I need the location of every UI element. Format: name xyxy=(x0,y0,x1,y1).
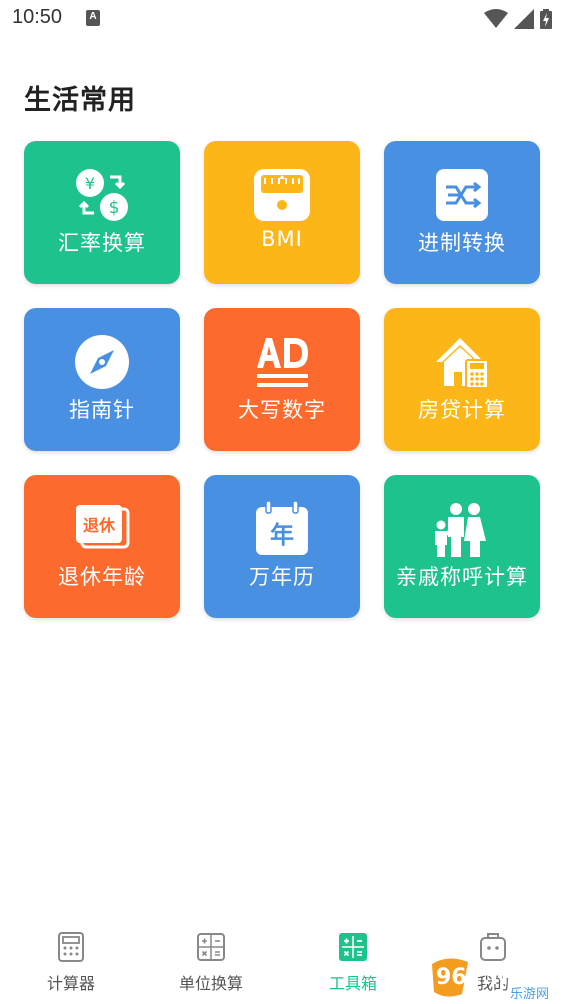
scale-icon xyxy=(254,169,310,221)
calendar-icon-text: 年 xyxy=(270,521,294,549)
svg-text:$: $ xyxy=(109,198,120,218)
tool-label: BMI xyxy=(261,227,303,251)
tool-label: 房贷计算 xyxy=(418,398,506,422)
section-title: 生活常用 xyxy=(24,85,136,116)
retire-icon: 退休 xyxy=(76,505,130,549)
notification-a-icon: A xyxy=(86,10,100,26)
nav-item-unit-convert[interactable]: 单位换算 xyxy=(156,932,266,998)
compass-icon xyxy=(75,335,129,389)
tool-label: 汇率换算 xyxy=(58,231,146,255)
capital-number-icon xyxy=(257,338,308,387)
tool-grid: ¥ $ 汇率换算 BMI 进制转换 指南针 大写数字 房贷计算 退休 退休年龄 … xyxy=(24,141,542,619)
tool-tile-calendar[interactable]: 年 万年历 xyxy=(204,475,360,618)
tool-label: 指南针 xyxy=(69,398,135,422)
tool-label: 退休年龄 xyxy=(58,565,146,589)
tool-tile-capital-number[interactable]: 大写数字 xyxy=(204,308,360,451)
status-bar: 10:50 A xyxy=(0,0,564,38)
nav-item-calculator[interactable]: 计算器 xyxy=(16,932,126,998)
tool-label: 大写数字 xyxy=(238,398,326,422)
watermark-sub: 乐游网 xyxy=(510,987,549,1000)
tool-label: 进制转换 xyxy=(418,231,506,255)
nav-label: 单位换算 xyxy=(178,974,243,993)
tool-label: 亲戚称呼计算 xyxy=(396,565,528,589)
tool-tile-retirement[interactable]: 退休 退休年龄 xyxy=(24,475,180,618)
tool-tile-base-convert[interactable]: 进制转换 xyxy=(384,141,540,284)
tool-tile-exchange-rate[interactable]: ¥ $ 汇率换算 xyxy=(24,141,180,284)
battery-icon xyxy=(540,9,552,29)
currency-exchange-icon: ¥ $ xyxy=(76,169,128,221)
status-icons xyxy=(484,8,552,30)
calculator-icon xyxy=(58,932,84,962)
svg-text:¥: ¥ xyxy=(85,174,95,193)
signal-icon xyxy=(514,9,534,29)
status-time: 10:50 xyxy=(12,6,63,28)
wifi-icon xyxy=(484,9,508,28)
tool-label: 万年历 xyxy=(249,565,315,589)
unit-convert-icon xyxy=(197,933,225,961)
tool-tile-bmi[interactable]: BMI xyxy=(204,141,360,284)
base-convert-icon xyxy=(436,169,488,221)
retire-icon-text: 退休 xyxy=(83,516,116,535)
family-icon xyxy=(435,503,486,557)
tool-tile-mortgage[interactable]: 房贷计算 xyxy=(384,308,540,451)
toolbox-icon xyxy=(339,933,367,961)
mortgage-icon xyxy=(436,338,489,389)
watermark-logo: 962.NET 乐游网 xyxy=(432,958,549,1000)
calendar-icon: 年 xyxy=(256,500,308,555)
nav-item-toolbox[interactable]: 工具箱 xyxy=(298,932,408,998)
tool-tile-compass[interactable]: 指南针 xyxy=(24,308,180,451)
nav-label: 计算器 xyxy=(46,974,95,993)
nav-label: 工具箱 xyxy=(328,974,377,993)
tool-tile-relative-title[interactable]: 亲戚称呼计算 xyxy=(384,475,540,618)
